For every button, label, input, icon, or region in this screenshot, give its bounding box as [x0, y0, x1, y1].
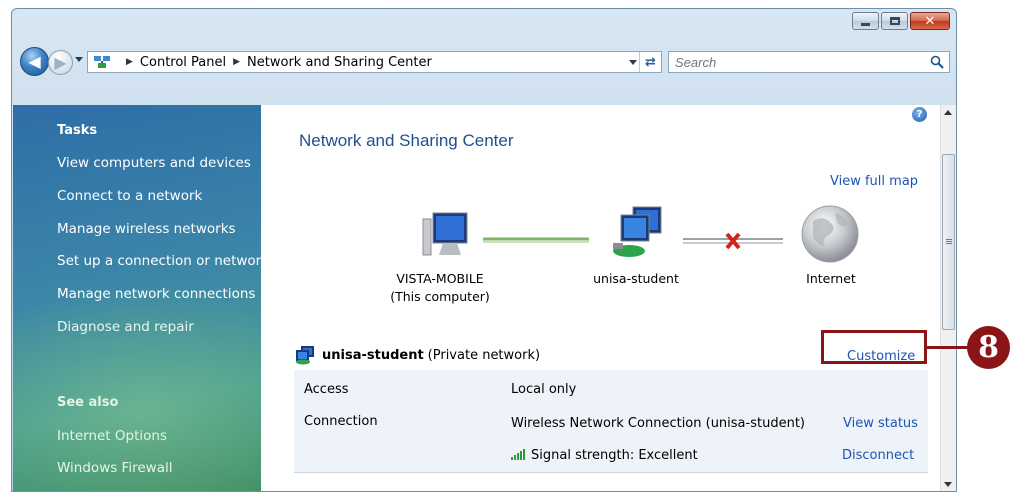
close-icon: ✕ — [924, 13, 936, 29]
search-input[interactable] — [675, 52, 915, 73]
connection-error-icon[interactable] — [725, 232, 741, 250]
breadcrumb-separator-icon: ▶ — [126, 57, 133, 67]
vertical-scrollbar[interactable] — [940, 105, 956, 491]
network-folder-icon — [94, 56, 110, 68]
details-divider — [294, 472, 928, 473]
task-view-computers-and-devices[interactable]: View computers and devices — [57, 155, 251, 171]
network-icon — [296, 346, 314, 365]
signal-strength: Signal strength: Excellent — [511, 448, 698, 463]
access-value: Local only — [511, 382, 577, 397]
network-details: Access Local only Connection Wireless Ne… — [294, 370, 928, 473]
access-label: Access — [304, 382, 349, 397]
refresh-icon: ⇄ — [645, 54, 656, 70]
view-status-link[interactable]: View status — [843, 416, 918, 431]
task-manage-network-connections[interactable]: Manage network connections — [57, 286, 255, 302]
computer-subtitle: (This computer) — [390, 289, 490, 304]
forward-arrow-icon: ▶ — [54, 52, 67, 72]
caption-buttons: ✕ — [852, 12, 950, 30]
task-set-up-connection[interactable]: Set up a connection or network — [57, 253, 261, 269]
callout-step-badge: 8 — [967, 326, 1010, 369]
main-content: ? Network and Sharing Center View full m… — [261, 105, 940, 491]
disconnect-link[interactable]: Disconnect — [842, 448, 914, 463]
computer-icon[interactable] — [422, 212, 468, 256]
minimize-icon — [861, 22, 870, 26]
search-box[interactable] — [668, 51, 950, 73]
callout-highlight-box — [821, 330, 927, 364]
see-also-internet-options[interactable]: Internet Options — [57, 428, 167, 444]
grip-icon — [946, 239, 952, 240]
breadcrumb-separator-icon: ▶ — [233, 57, 241, 67]
refresh-button[interactable]: ⇄ — [639, 52, 661, 72]
task-manage-wireless-networks[interactable]: Manage wireless networks — [57, 221, 236, 237]
address-dropdown-icon[interactable] — [629, 60, 637, 65]
connection-value: Wireless Network Connection (unisa-stude… — [511, 416, 805, 431]
minimize-button[interactable] — [852, 12, 879, 30]
network-name: unisa-student — [322, 347, 424, 363]
navigation-bar: ◀ ▶ ▶ Control Panel ▶ Network and Sharin… — [12, 47, 956, 77]
back-button[interactable]: ◀ — [20, 47, 49, 76]
network-map — [422, 205, 859, 263]
network-map-label: unisa-student — [593, 271, 679, 286]
back-arrow-icon: ◀ — [28, 51, 41, 71]
internet-globe-icon[interactable] — [801, 205, 859, 263]
task-diagnose-and-repair[interactable]: Diagnose and repair — [57, 319, 194, 335]
network-icon[interactable] — [613, 206, 662, 257]
signal-strength-icon — [511, 449, 525, 460]
task-connect-to-a-network[interactable]: Connect to a network — [57, 188, 202, 204]
see-also-heading: See also — [57, 395, 119, 410]
recent-pages-dropdown[interactable] — [75, 57, 83, 62]
callout-connector — [927, 346, 969, 349]
scroll-thumb[interactable] — [942, 154, 955, 330]
address-bar[interactable]: ▶ Control Panel ▶ Network and Sharing Ce… — [87, 51, 662, 73]
search-icon[interactable] — [930, 55, 944, 69]
scroll-down-icon[interactable] — [944, 482, 952, 487]
forward-button[interactable]: ▶ — [48, 50, 73, 75]
explorer-window: ✕ ◀ ▶ ▶ Control Panel ▶ Network and Shar… — [11, 8, 957, 492]
maximize-button[interactable] — [881, 12, 908, 30]
internet-label: Internet — [806, 271, 856, 286]
task-pane: Tasks View computers and devices Connect… — [13, 105, 261, 491]
tasks-heading: Tasks — [57, 123, 98, 138]
connection-label: Connection — [304, 414, 378, 429]
scroll-up-icon[interactable] — [944, 110, 952, 115]
signal-strength-text: Signal strength: Excellent — [531, 448, 698, 463]
computer-name: VISTA-MOBILE — [396, 271, 484, 286]
close-button[interactable]: ✕ — [910, 12, 950, 30]
network-type: (Private network) — [427, 347, 541, 363]
breadcrumb-network-sharing-center[interactable]: Network and Sharing Center — [247, 55, 432, 70]
screenshot-stage: ✕ ◀ ▶ ▶ Control Panel ▶ Network and Shar… — [0, 0, 1024, 496]
see-also-windows-firewall[interactable]: Windows Firewall — [57, 460, 172, 476]
maximize-icon — [889, 17, 900, 25]
breadcrumb-control-panel[interactable]: Control Panel — [140, 55, 226, 70]
